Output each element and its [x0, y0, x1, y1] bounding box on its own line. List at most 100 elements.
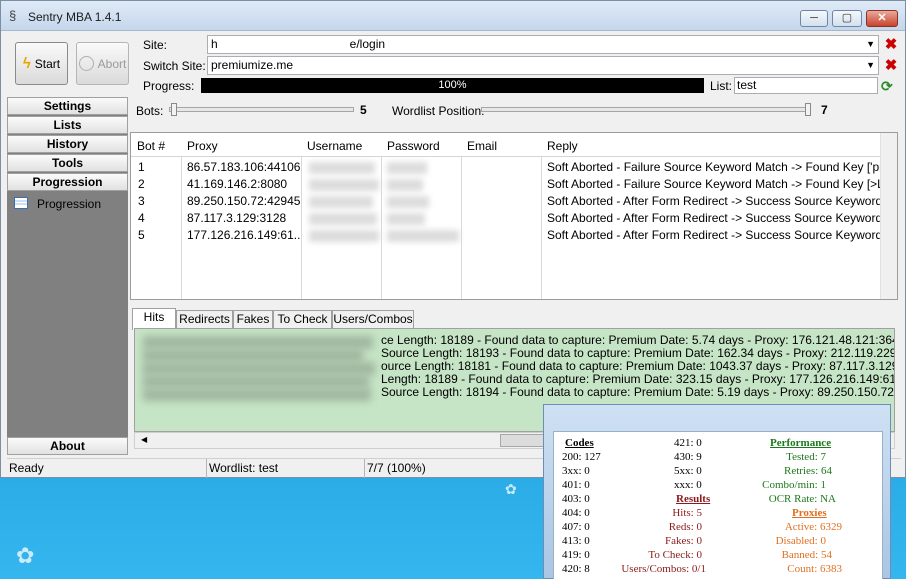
hit-line[interactable]: ce Length: 18189 - Found data to capture… — [381, 333, 894, 347]
scroll-left-arrow-icon[interactable]: ◀ — [141, 435, 147, 444]
col-bot[interactable]: Bot # — [137, 139, 165, 153]
code-xxx: xxx: 0 — [674, 479, 702, 491]
desktop-decoration-icon: ✿ — [16, 543, 35, 568]
bots-slider-track[interactable] — [169, 107, 354, 112]
wordlist-position-value: 7 — [821, 103, 828, 117]
cell-proxy: 86.57.183.106:44106 — [187, 160, 300, 174]
table-vertical-scrollbar[interactable] — [880, 133, 897, 299]
list-label: List: — [710, 79, 733, 93]
proxies-title: Proxies — [792, 507, 827, 519]
performance-title: Performance — [770, 437, 832, 449]
dropdown-arrow-icon[interactable]: ▼ — [866, 57, 875, 74]
sidebar-item-settings[interactable]: Settings — [7, 97, 128, 115]
bots-slider-thumb[interactable] — [171, 103, 177, 116]
redacted-hit — [143, 375, 369, 388]
cell-bot: 5 — [138, 228, 145, 242]
cell-reply: Soft Aborted - Failure Source Keyword Ma… — [547, 160, 880, 174]
dropdown-arrow-icon[interactable]: ▼ — [866, 36, 875, 53]
results-hits: Hits: 5 — [672, 507, 702, 519]
about-button[interactable]: About — [7, 437, 128, 455]
tab-fakes[interactable]: Fakes — [233, 310, 273, 329]
col-email[interactable]: Email — [467, 139, 497, 153]
switch-site-combobox[interactable]: premiumize.me ▼ — [207, 56, 879, 75]
subitem-label: Progression — [37, 197, 102, 211]
sidebar-subitem-progression[interactable]: Progression — [7, 193, 128, 215]
switch-site-value: premiumize.me — [211, 58, 294, 72]
redacted-username — [309, 162, 375, 174]
hit-line[interactable]: Source Length: 18194 - Found data to cap… — [381, 385, 894, 399]
sidebar-item-lists[interactable]: Lists — [7, 116, 128, 134]
hit-line[interactable]: Source Length: 18193 - Found data to cap… — [381, 346, 894, 360]
cell-proxy: 177.126.216.149:61... — [187, 228, 300, 242]
bots-label: Bots: — [136, 104, 164, 118]
cell-bot: 3 — [138, 194, 145, 208]
maximize-button[interactable]: ▢ — [832, 10, 862, 27]
cell-bot: 4 — [138, 211, 145, 225]
clear-switch-site-icon[interactable]: ✖ — [884, 58, 898, 73]
proxies-banned: Banned: 54 — [781, 549, 832, 561]
bots-value: 5 — [360, 103, 367, 117]
perf-ocr-rate: OCR Rate: NA — [768, 493, 836, 505]
sidebar-item-tools[interactable]: Tools — [7, 154, 128, 172]
code-413: 413: 0 — [562, 535, 590, 547]
code-421: 421: 0 — [674, 437, 702, 449]
cell-reply: Soft Aborted - After Form Redirect -> Su… — [547, 194, 880, 208]
abort-circle-icon — [78, 56, 94, 71]
results-fakes: Fakes: 0 — [665, 535, 702, 547]
abort-label: Abort — [97, 56, 127, 71]
minimize-button[interactable]: ─ — [800, 10, 828, 27]
start-label: Start — [34, 56, 61, 71]
tab-redirects[interactable]: Redirects — [176, 310, 233, 329]
perf-retries: Retries: 64 — [784, 465, 832, 477]
wordlist-slider-thumb[interactable] — [805, 103, 811, 116]
site-combobox[interactable]: h e/login ▼ — [207, 35, 879, 54]
sidebar-item-history[interactable]: History — [7, 135, 128, 153]
code-5xx: 5xx: 0 — [674, 465, 702, 477]
wordlist-slider-track[interactable] — [481, 107, 811, 112]
status-ready: Ready — [7, 459, 207, 478]
tab-to-check[interactable]: To Check — [273, 310, 332, 329]
redacted-username — [309, 196, 373, 208]
stats-window: Codes 200: 127 3xx: 0 401: 0 403: 0 404:… — [543, 404, 891, 579]
redacted-username — [309, 213, 377, 225]
sliders-bar: Bots: 5 Wordlist Position: 7 — [129, 98, 901, 128]
code-403: 403: 0 — [562, 493, 590, 505]
abort-button[interactable]: Abort — [76, 42, 129, 85]
code-404: 404: 0 — [562, 507, 590, 519]
proxies-active: Active: 6329 — [784, 521, 842, 533]
redacted-hit — [143, 336, 373, 349]
start-button[interactable]: ϟ Start — [15, 42, 68, 85]
tab-users-combos[interactable]: Users/Combos — [332, 310, 414, 329]
col-username[interactable]: Username — [307, 139, 362, 153]
switch-site-label: Switch Site: — [143, 59, 206, 73]
progress-bar: 100% — [201, 78, 704, 93]
code-401: 401: 0 — [562, 479, 590, 491]
list-field[interactable]: test — [734, 77, 878, 94]
results-title: Results — [676, 493, 711, 505]
results-reds: Reds: 0 — [668, 521, 702, 533]
refresh-icon[interactable]: ⟳ — [881, 78, 897, 94]
cell-reply: Soft Aborted - Failure Source Keyword Ma… — [547, 177, 880, 191]
scrollbar-thumb[interactable] — [500, 434, 548, 447]
redacted-password — [387, 213, 425, 225]
sidebar-item-progression[interactable]: Progression — [7, 173, 128, 191]
clear-site-icon[interactable]: ✖ — [884, 37, 898, 52]
status-wordlist: Wordlist: test — [207, 459, 365, 478]
close-button[interactable]: ✕ — [866, 10, 898, 27]
list-icon — [14, 197, 28, 209]
redacted-password — [387, 196, 429, 208]
code-200: 200: 127 — [562, 451, 601, 463]
cell-proxy: 87.117.3.129:3128 — [187, 211, 287, 225]
hit-line[interactable]: ource Length: 18181 - Found data to capt… — [381, 359, 894, 373]
hit-line[interactable]: Length: 18189 - Found data to capture: P… — [381, 372, 894, 386]
tab-hits[interactable]: Hits — [132, 308, 176, 330]
redacted-hit — [143, 362, 375, 375]
desktop-decoration-icon: ✿ — [505, 481, 517, 497]
col-reply[interactable]: Reply — [547, 139, 578, 153]
title-bar[interactable]: § Sentry MBA 1.4.1 ─ ▢ ✕ — [1, 1, 905, 31]
results-to-check: To Check: 0 — [648, 549, 702, 561]
col-password[interactable]: Password — [387, 139, 440, 153]
col-proxy[interactable]: Proxy — [187, 139, 218, 153]
cell-proxy: 89.250.150.72:42945 — [187, 194, 300, 208]
wordlist-position-label: Wordlist Position: — [392, 104, 485, 118]
